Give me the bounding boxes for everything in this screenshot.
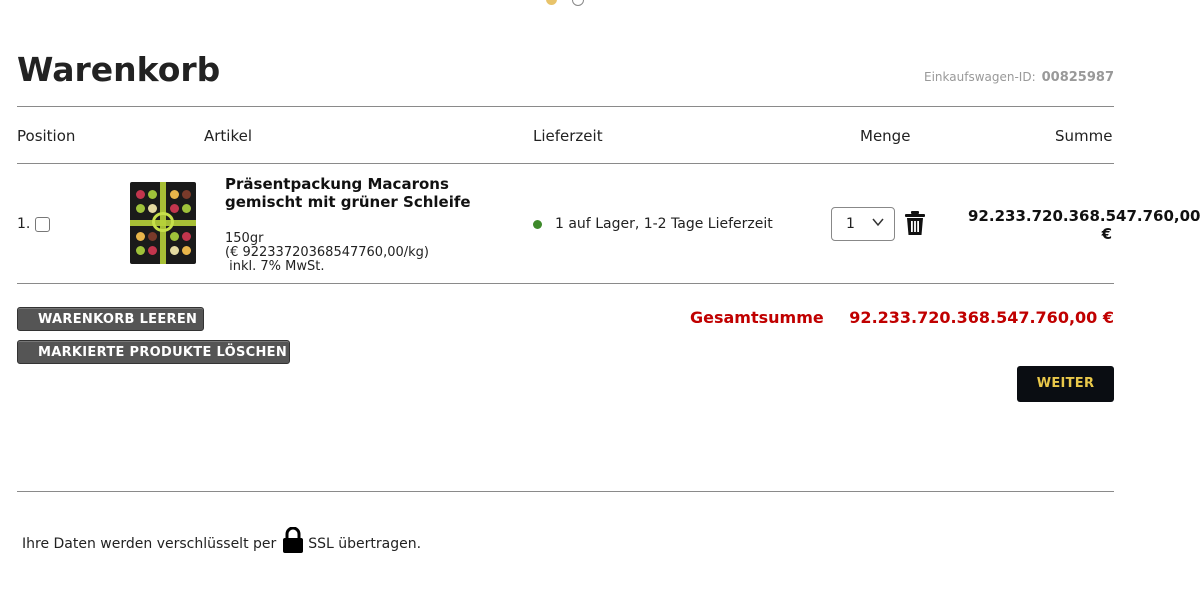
ssl-text-after: SSL übertragen. — [308, 536, 422, 552]
product-unit-price: (€ 92233720368547760,00/kg) — [225, 245, 429, 260]
clear-cart-button[interactable]: WARENKORB LEEREN — [17, 307, 204, 331]
column-header-delivery: Lieferzeit — [533, 127, 603, 145]
cart-id-value: 00825987 — [1041, 70, 1114, 85]
carousel-dot-active[interactable] — [546, 0, 557, 5]
lock-icon — [283, 527, 304, 553]
stock-status: 1 auf Lager, 1-2 Tage Lieferzeit — [555, 216, 773, 232]
product-name[interactable]: Präsentpackung Macarons gemischt mit grü… — [225, 175, 495, 211]
cart-id: Einkaufswagen-ID: 00825987 — [924, 70, 1114, 85]
quantity-value: 1 — [846, 216, 855, 232]
carousel-dot-inactive[interactable] — [572, 0, 584, 6]
product-tax: inkl. 7% MwSt. — [225, 259, 325, 274]
column-header-position: Position — [17, 127, 76, 145]
page-title: Warenkorb — [17, 50, 221, 89]
column-header-quantity: Menge — [860, 127, 911, 145]
divider — [17, 106, 1114, 107]
divider — [17, 491, 1114, 492]
quantity-select[interactable]: 1 — [831, 207, 895, 241]
cart-id-label: Einkaufswagen-ID: — [924, 70, 1036, 84]
product-weight: 150gr — [225, 231, 264, 246]
delete-marked-button[interactable]: MARKIERTE PRODUKTE LÖSCHEN — [17, 340, 290, 364]
checkbox-icon[interactable] — [35, 217, 50, 232]
chevron-down-icon — [872, 218, 884, 227]
carousel-dots — [546, 0, 586, 6]
ssl-text-before: Ihre Daten werden verschlüsselt per — [22, 536, 277, 552]
column-header-article: Artikel — [204, 127, 253, 145]
divider — [17, 283, 1114, 284]
next-button[interactable]: WEITER — [1017, 366, 1114, 402]
divider — [17, 163, 1114, 164]
ssl-notice: Ihre Daten werden verschlüsselt per SSL … — [22, 527, 421, 553]
product-image[interactable] — [130, 182, 196, 264]
column-header-sum: Summe — [1055, 127, 1113, 145]
row-sum: 92.233.720.368.547.760,00 € — [968, 207, 1200, 243]
product-info: 150gr (€ 92233720368547760,00/kg) inkl. … — [225, 232, 429, 274]
trash-icon[interactable] — [905, 211, 925, 235]
position-number: 1. — [17, 216, 31, 232]
row-sum-currency: € — [1101, 225, 1112, 243]
total-label: Gesamtsumme — [690, 308, 824, 327]
stock-dot-icon — [533, 220, 542, 229]
row-sum-value: 92.233.720.368.547.760,00 — [968, 207, 1200, 225]
total-value: 92.233.720.368.547.760,00 € — [849, 308, 1114, 327]
